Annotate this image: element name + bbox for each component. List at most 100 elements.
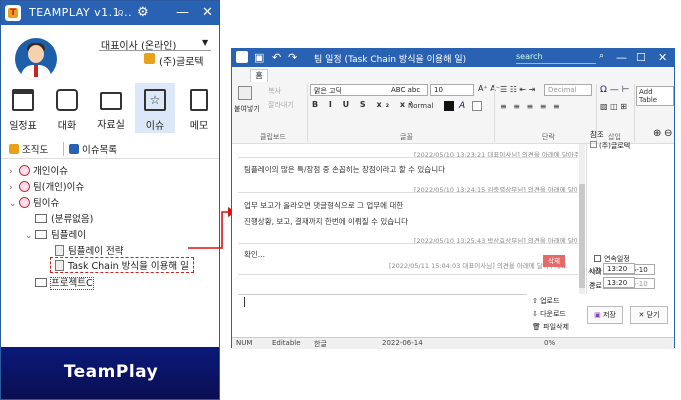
fill-color-icon[interactable] xyxy=(472,101,482,111)
person-icon xyxy=(19,165,30,176)
minimize-icon[interactable]: — xyxy=(616,51,627,64)
star-icon: ☆ xyxy=(144,89,166,111)
team-icon xyxy=(19,181,30,192)
save-icon[interactable]: ▣ xyxy=(254,51,264,64)
tree-item[interactable]: ⌄ 팀플레이 xyxy=(25,227,86,241)
style-select[interactable]: Normal xyxy=(408,102,433,110)
search-input[interactable]: search xyxy=(516,52,596,64)
repeat-checkbox[interactable] xyxy=(594,255,601,262)
folder-icon xyxy=(35,230,47,239)
gear-icon[interactable]: ⚙ xyxy=(137,5,149,20)
cut-button[interactable]: 잘라내기 xyxy=(268,100,294,110)
align-buttons[interactable]: ≡ ≡ ≡ ≡ ≡ xyxy=(500,102,562,111)
add-table-button[interactable]: Add Table xyxy=(636,86,674,106)
font-color-icon[interactable] xyxy=(444,101,454,111)
maximize-icon[interactable]: ☐ xyxy=(636,51,646,64)
font-group-label: 글꼴 xyxy=(400,133,413,141)
bookmark-icon xyxy=(69,144,79,154)
tree-item[interactable]: 프로젝트C xyxy=(35,275,94,290)
tab-org-chart[interactable]: 조직도 xyxy=(9,142,48,156)
highlight-icon[interactable]: A xyxy=(459,101,465,111)
progress-indicator: 0% xyxy=(544,339,556,347)
close-icon: ✕ xyxy=(638,311,645,319)
company-name: (주)글로텍 xyxy=(159,57,204,68)
tab-issue-list[interactable]: 이슈목록 xyxy=(69,142,117,156)
paste-button[interactable]: 붙여넣기 xyxy=(234,104,260,114)
start-time-field[interactable]: 13:20 xyxy=(603,263,635,274)
font-size-select[interactable]: 10 xyxy=(430,84,474,96)
omega-icon[interactable]: Ω — ⊢ xyxy=(600,85,629,95)
pointer-arrow xyxy=(188,207,236,249)
tile-issues[interactable]: ☆ 이슈 xyxy=(135,83,175,133)
minimize-icon[interactable]: — xyxy=(176,5,189,20)
language-indicator: 한글 xyxy=(314,340,327,348)
thread-scrollbar[interactable] xyxy=(579,144,585,294)
issue-window: ▣ ↶ ↷ 팀 일정 (Task Chain 방식을 이용해 일) search… xyxy=(231,48,675,349)
memo-icon xyxy=(190,89,208,111)
tree-item[interactable]: 팀플레이 전략 xyxy=(55,243,123,257)
chevron-down-icon[interactable]: ▼ xyxy=(202,38,208,47)
reference-item[interactable]: (주)글로텍 xyxy=(590,141,630,151)
decimal-select[interactable]: Decimal xyxy=(544,84,592,96)
font-grow-icon[interactable]: A⁺ A⁻ xyxy=(478,84,500,93)
app-logo-icon xyxy=(5,5,21,21)
download-button[interactable]: ⇩ 다운로드 xyxy=(532,309,566,319)
tree-item-selected[interactable]: Task Chain 방식을 이용해 일 xyxy=(50,257,194,273)
remove-reference-icon[interactable]: ⊖ xyxy=(664,128,672,139)
search-icon[interactable]: ⌕ xyxy=(117,5,124,20)
tile-memo[interactable]: 메모 xyxy=(179,83,219,133)
search-icon[interactable]: ⌕ xyxy=(599,51,604,61)
tree-item[interactable]: › 팀(개인)이슈 xyxy=(9,179,84,193)
brand-banner: TeamPlay xyxy=(1,347,219,399)
delete-comment-button[interactable]: 삭제 xyxy=(543,255,565,267)
calendar-icon xyxy=(12,89,34,111)
reference-label: 참조 xyxy=(590,130,604,139)
profile-area: 대표이사 (온라인) ▼ (주)글로텍 xyxy=(1,25,219,83)
window-title: 팀 일정 (Task Chain 방식을 이용해 일) xyxy=(314,55,467,65)
comment-text: 팀플레이의 많은 특/장점 중 손꼽히는 장점이라고 할 수 있습니다 xyxy=(244,165,445,174)
tree-item[interactable]: (분류없음) xyxy=(35,211,93,225)
tab-home[interactable]: 홈 xyxy=(250,69,268,83)
company-icon xyxy=(590,141,597,148)
org-chart-icon xyxy=(9,144,19,154)
folder-icon xyxy=(35,214,47,223)
paste-icon[interactable] xyxy=(238,86,252,100)
comment-input[interactable] xyxy=(238,294,527,340)
window-title-bar: ▣ ↶ ↷ 팀 일정 (Task Chain 방식을 이용해 일) search… xyxy=(232,49,674,67)
comment-text: 업무 보고가 올라오면 댓글형식으로 그 업무에 대한 xyxy=(244,201,404,210)
list-tabs: 조직도 이슈목록 xyxy=(1,139,219,159)
close-icon[interactable]: ✕ xyxy=(202,5,213,20)
folder-icon xyxy=(35,278,47,287)
comment-text: 확인... xyxy=(244,250,265,259)
document-icon xyxy=(55,260,64,271)
tree-item[interactable]: ⌄ 팀이슈 xyxy=(9,195,59,209)
delete-file-button[interactable]: 🗑 파일삭제 xyxy=(532,322,569,332)
ribbon: 붙여넣기 복사 잘라내기 클립보드 맑은 고딕 ABC abc 10 A⁺ A⁻… xyxy=(232,82,674,144)
close-icon[interactable]: ✕ xyxy=(658,51,667,64)
save-icon: ▣ xyxy=(594,311,601,319)
document-icon xyxy=(55,245,64,256)
team-icon xyxy=(19,197,30,208)
close-button[interactable]: ✕ 닫기 xyxy=(630,306,668,324)
clipboard-group-label: 클립보드 xyxy=(260,133,286,141)
file-buttons: ⇧ 업로드 ⇩ 다운로드 🗑 파일삭제 xyxy=(528,294,584,340)
redo-icon[interactable]: ↷ xyxy=(288,51,297,64)
insert-image-icon[interactable]: ▨ ◫ ⊞ xyxy=(600,102,627,111)
tree-item[interactable]: › 개인이슈 xyxy=(9,163,68,177)
tile-files[interactable]: 자료실 xyxy=(91,83,131,133)
copy-button[interactable]: 복사 xyxy=(268,86,281,96)
upload-button[interactable]: ⇧ 업로드 xyxy=(532,296,559,306)
save-button[interactable]: ▣ 저장 xyxy=(587,306,623,324)
format-buttons[interactable]: B I U S x₂ x² xyxy=(312,100,417,109)
list-buttons[interactable]: ☰ ☷ ⇤ ⇥ xyxy=(500,85,535,94)
font-name-select[interactable]: 맑은 고딕 ABC abc xyxy=(310,84,428,96)
tile-chat[interactable]: 대화 xyxy=(47,83,87,133)
comment-text: 진행상황, 보고, 결재까지 한번에 이뤄질 수 있습니다 xyxy=(244,217,408,226)
tile-calendar[interactable]: 일정표 xyxy=(3,83,43,133)
end-time-field[interactable]: 13:20 xyxy=(603,277,635,288)
time-label: 시간 xyxy=(588,267,601,275)
avatar[interactable] xyxy=(15,38,57,80)
undo-icon[interactable]: ↶ xyxy=(272,51,281,64)
app-logo-icon xyxy=(236,51,248,63)
add-reference-icon[interactable]: ⊕ xyxy=(653,128,661,139)
